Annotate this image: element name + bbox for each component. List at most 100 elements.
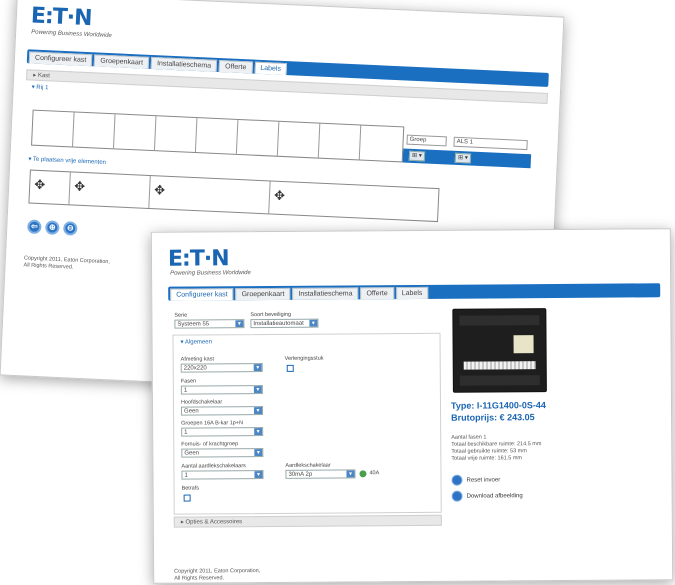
chevron-down-icon: ▾: [235, 320, 244, 328]
free-elements-header[interactable]: ▾ Te plaatsen vrije elementen: [28, 155, 106, 166]
fasen-value: 1: [183, 387, 188, 394]
aantal-aardlek-value: 1: [184, 472, 188, 479]
rij-1-header[interactable]: ▾ Rij 1: [32, 84, 49, 92]
afmeting-select[interactable]: 220x220 ▾: [180, 363, 263, 373]
add-label-button[interactable]: ⊞ ▾: [454, 152, 472, 164]
cabinet-rail: [459, 315, 540, 326]
free-elements-rail: ✥ ✥ ✥ ✥: [28, 169, 440, 223]
add-label-button[interactable]: ⊞ ▾: [408, 150, 426, 162]
tab-installatieschema[interactable]: Installatieschema: [292, 287, 359, 300]
aardlek-select[interactable]: 30mA 2p ▾: [285, 469, 356, 479]
move-icon[interactable]: ✥: [34, 177, 46, 193]
tab-groepenkaart[interactable]: Groepenkaart: [94, 54, 150, 69]
aantal-aardlek-label: Aantal aardlekschakelaars: [181, 463, 246, 470]
free-slot[interactable]: ✥: [69, 172, 151, 208]
move-icon[interactable]: ✥: [274, 188, 286, 204]
free-slot[interactable]: ✥: [149, 176, 271, 214]
cabinet-module: [513, 335, 534, 354]
space-info: Aantal fasen 1 Totaal beschikbare ruimte…: [451, 434, 541, 463]
radio-on-icon[interactable]: [359, 470, 367, 478]
zoom-in-button[interactable]: ⊕: [45, 220, 60, 235]
beveiliging-select[interactable]: Installatieautomaat ▾: [250, 318, 319, 329]
move-icon[interactable]: ✥: [74, 179, 86, 195]
configurator-window: E:T·N Powering Business Worldwide Config…: [150, 228, 674, 584]
verlenging-label: Verlengingsstuk: [284, 355, 324, 362]
cabinet-rail: [459, 375, 540, 386]
rail-slot[interactable]: [318, 123, 362, 160]
chevron-down-icon: ▾: [254, 428, 263, 436]
rail-slot[interactable]: [236, 119, 280, 156]
tab-labels[interactable]: Labels: [395, 286, 429, 300]
beveiliging-value: Installatieautomaat: [253, 320, 304, 328]
hoofdschakelaar-value: Geen: [184, 408, 199, 415]
serie-select[interactable]: Systeem 55 ▾: [174, 319, 245, 329]
betrafs-label: Betrafs: [181, 485, 200, 492]
copyright-line: All Rights Reserved.: [174, 575, 225, 582]
betrafs-checkbox[interactable]: [183, 494, 191, 502]
tagline: Powering Business Worldwide: [170, 270, 251, 277]
rail-slot[interactable]: [32, 110, 75, 147]
hoofdschakelaar-label: Hoofdschakelaar: [180, 399, 223, 406]
chevron-down-icon: ▾: [253, 386, 262, 394]
als-select[interactable]: ALS 1: [453, 136, 528, 151]
copyright: Copyright 2011, Eaton Corporation, All R…: [174, 568, 260, 582]
fornuis-label: Fornuis- of krachtgroep: [181, 441, 239, 448]
tab-groepenkaart[interactable]: Groepenkaart: [235, 287, 291, 301]
rail-slot[interactable]: [195, 118, 239, 154]
afmeting-value: 220x220: [183, 365, 207, 372]
groepen-value: 1: [184, 429, 188, 436]
chevron-down-icon: ▾: [254, 407, 263, 415]
zoom-out-button[interactable]: ⊖: [63, 221, 78, 236]
chevron-down-icon: ▾: [254, 449, 263, 457]
tab-offerte[interactable]: Offerte: [360, 287, 394, 300]
eaton-logo: E:T·N: [167, 246, 229, 272]
hoofdschakelaar-select[interactable]: Geen ▾: [180, 406, 264, 416]
fasen-label: Fasen: [180, 378, 197, 385]
fasen-select[interactable]: 1 ▾: [180, 385, 263, 395]
chevron-down-icon: ▾: [309, 319, 318, 327]
algemeen-header[interactable]: ▾ Algemeen: [181, 338, 212, 345]
reset-label: Reset invoer: [466, 476, 501, 484]
groep-select[interactable]: Groep: [406, 134, 447, 147]
rail-slot[interactable]: [113, 114, 157, 151]
tab-labels[interactable]: Labels: [254, 61, 288, 76]
free-slot[interactable]: ✥: [269, 181, 438, 221]
cabinet-image: [452, 308, 547, 393]
groepen-select[interactable]: 1 ▾: [181, 427, 264, 437]
tab-installatieschema[interactable]: Installatieschema: [150, 56, 218, 72]
download-icon: [451, 490, 463, 502]
groepen-label: Groepen 16A B-kar 1p+N: [181, 420, 244, 427]
rail-slot[interactable]: [360, 126, 402, 162]
rail-slot[interactable]: [277, 121, 321, 158]
type-title: Type: I-11G1400-0S-44: [450, 400, 546, 411]
chevron-down-icon: ▾: [253, 364, 262, 372]
rail-slot[interactable]: [154, 116, 198, 153]
verlenging-checkbox[interactable]: [286, 364, 294, 372]
download-label: Download afbeelding: [466, 492, 523, 500]
tab-configureer-kast[interactable]: Configureer kast: [28, 51, 93, 67]
back-button[interactable]: ⇦: [27, 219, 42, 235]
aardlek-value: 30mA 2p: [288, 471, 313, 478]
chevron-down-icon: ▾: [346, 470, 355, 478]
serie-label: Serie: [174, 312, 188, 319]
fornuis-value: Geen: [184, 450, 200, 457]
chevron-down-icon: ▾: [254, 471, 263, 479]
tab-configureer-kast[interactable]: Configureer kast: [170, 288, 234, 301]
aardlek-label: Aardlekschakelaar: [285, 462, 331, 469]
opties-accessoires-section[interactable]: ▸ Opties & Accessoires: [173, 514, 442, 528]
fornuis-select[interactable]: Geen ▾: [181, 448, 264, 458]
tab-offerte[interactable]: Offerte: [218, 60, 253, 74]
cabinet-breakers: [463, 361, 536, 370]
reset-button[interactable]: Reset invoer: [451, 474, 501, 486]
reset-icon: [451, 474, 463, 486]
free-slot[interactable]: ✥: [29, 170, 71, 205]
rail-slot[interactable]: [73, 112, 116, 149]
label-rail: [31, 109, 405, 163]
aantal-aardlek-select[interactable]: 1 ▾: [181, 470, 264, 480]
download-button[interactable]: Download afbeelding: [451, 490, 523, 502]
aardlek-amp: 40A: [369, 470, 380, 477]
move-icon[interactable]: ✥: [154, 182, 166, 198]
stage: E:T·N Powering Business Worldwide Config…: [0, 0, 675, 585]
afmeting-label: Afmeting kast: [180, 356, 215, 363]
serie-value: Systeem 55: [177, 321, 210, 328]
